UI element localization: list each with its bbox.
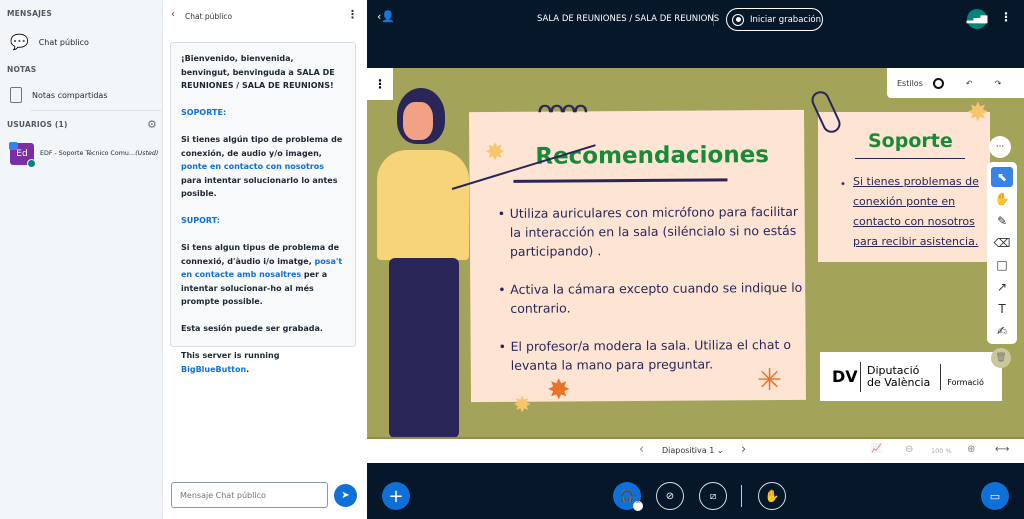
illustration-pants [389,258,459,437]
recording-notice: Esta sesión puede ser grabada. [181,324,323,333]
asterisk-decoration: ✳ [757,363,783,398]
slide-selector[interactable]: Diapositiva 1 ⌄ [662,446,724,455]
chat-panel: ‹ Chat público ⋮ ¡Bienvenido, bienvenida… [163,0,367,519]
more-tools-button[interactable]: ··· [989,136,1011,158]
public-chat-label: Chat público [38,37,89,47]
messages-heading: MENSAJES [7,9,52,18]
stroke-style-icon[interactable] [932,77,944,89]
back-chevron-icon[interactable]: ‹ [171,9,175,20]
contact-link-es[interactable]: ponte en contacto con nosotros [181,162,324,171]
chat-bubbles-icon: 💬 [10,33,29,51]
arrow-tool-icon[interactable]: ↗ [991,277,1013,297]
text-tool-icon[interactable]: T [991,299,1013,319]
support-card: Soporte Si tienes problemas de conexión … [818,112,990,262]
zoom-in-icon[interactable]: ⊕ [967,444,975,455]
presenter-icon [9,142,18,150]
notes-heading: NOTAS [7,65,37,74]
presentation-toggle-button[interactable]: ▭ [981,482,1009,510]
plus-actions-button[interactable]: + [382,482,410,510]
support-heading: Soporte [868,130,953,152]
connection-status-icon[interactable]: ▂▄▆ [967,9,987,29]
delete-icon[interactable]: 🗑 [991,348,1011,368]
sticky-note-tool-icon[interactable]: ✍ [991,321,1013,341]
chevron-down-icon: ⌄ [716,446,724,455]
users-heading: USUARIOS (1) [7,120,68,129]
send-icon: ➤ [341,490,350,501]
styles-button[interactable]: Estilos [897,79,923,88]
document-icon [10,87,22,103]
star-decoration: ✸ [547,373,571,406]
previous-slide-icon[interactable]: ‹ [639,442,644,457]
chat-message-input[interactable] [171,482,328,508]
record-icon [732,13,744,26]
recommendations-card: Recomendaciones Utiliza auriculares con … [468,109,807,403]
redo-icon[interactable]: ↷ [995,79,1002,88]
undo-icon[interactable]: ↶ [966,79,973,88]
spiral-binding: ᴖᴖᴖᴖ [537,96,589,126]
you-label: (Usted) [135,150,159,157]
chat-title: Chat público [185,12,233,21]
top-bar: ‹👤 SALA DE REUNIONES / SALA DE REUNIONS … [367,0,1024,68]
presentation-slide[interactable]: ⋮ Recomendaciones Utiliza auriculares co… [367,68,1024,437]
start-recording-button[interactable]: Iniciar grabación [726,8,823,31]
toggle-userlist-icon[interactable]: ‹👤 [377,10,395,23]
slide-bullet: Utiliza auriculares con micrófono para f… [510,202,810,261]
star-decoration: ✸ [485,138,506,166]
more-options-icon[interactable]: ⋮ [347,8,358,21]
hand-tool-icon[interactable]: ✋ [991,189,1013,209]
whiteboard-style-bar: Estilos ↶ ↷ [887,68,1024,98]
welcome-message: ¡Bienvenido, bienvenida, benvingut, benv… [170,42,356,374]
zoom-out-icon[interactable]: ⊖ [905,444,913,455]
eraser-tool-icon[interactable]: ⌫ [991,233,1013,253]
select-tool-icon[interactable]: ⬉ [991,167,1013,187]
camera-off-button[interactable]: ⊘ [656,482,684,510]
user-list-panel: MENSAJES 💬 Chat público NOTAS Notas comp… [0,0,163,519]
raise-hand-button[interactable]: ✋ [758,482,786,510]
illustration-shirt [377,150,469,260]
support-heading-ca: SUPORT: [181,216,220,225]
options-menu-icon[interactable]: ⋮ [1000,10,1012,24]
shared-notes-item[interactable]: Notas compartidas [10,87,108,103]
support-link[interactable]: Si tienes problemas de conexión ponte en… [853,172,993,252]
presentation-menu-icon[interactable]: ⋮ [367,68,393,100]
send-button[interactable]: ➤ [334,484,357,507]
diputacio-logo: DV Diputació de València Formació [820,352,1002,401]
pencil-tool-icon[interactable]: ✎ [991,211,1013,231]
screenshare-off-button[interactable]: ⧄ [699,482,727,510]
slide-controls: ‹ Diapositiva 1 ⌄ › 📈 ⊖ 100 % ⊕ ⟷ [367,437,1024,463]
support-heading-es: SOPORTE: [181,108,227,117]
recommendations-heading: Recomendaciones [535,142,770,170]
public-chat-item[interactable]: 💬 Chat público [10,33,89,51]
gear-icon[interactable]: ⚙ [147,118,157,131]
moderator-icon [27,159,36,168]
action-bar: + 🎧 ^ ⊘ ⧄ ✋ ▭ [367,463,1024,519]
next-slide-icon[interactable]: › [741,442,746,457]
zoom-level: 100 % [931,447,952,455]
user-item[interactable]: EDF - Soporte Técnico Comu…(Usted) [40,150,158,157]
fit-width-icon[interactable]: ⟷ [995,444,1009,455]
slide-bullet: Activa la cámara excepto cuando se indiq… [510,278,810,318]
star-decoration: ✸ [967,98,989,128]
meeting-title: SALA DE REUNIONES / SALA DE REUNIONS [537,14,720,24]
whiteboard-toolbar: ⬉ ✋ ✎ ⌫ □ ↗ T ✍ [987,162,1017,344]
illustration-face [403,102,433,140]
user-name: EDF - Soporte Técnico Comu… [40,150,136,157]
audio-options-chevron-icon[interactable]: ^ [633,501,643,511]
star-decoration: ✸ [513,393,532,418]
bigbluebutton-link[interactable]: BigBlueButton [181,365,246,374]
shared-notes-label: Notas compartidas [32,90,108,100]
rectangle-tool-icon[interactable]: □ [991,255,1013,275]
chart-icon[interactable]: 📈 [871,444,882,454]
